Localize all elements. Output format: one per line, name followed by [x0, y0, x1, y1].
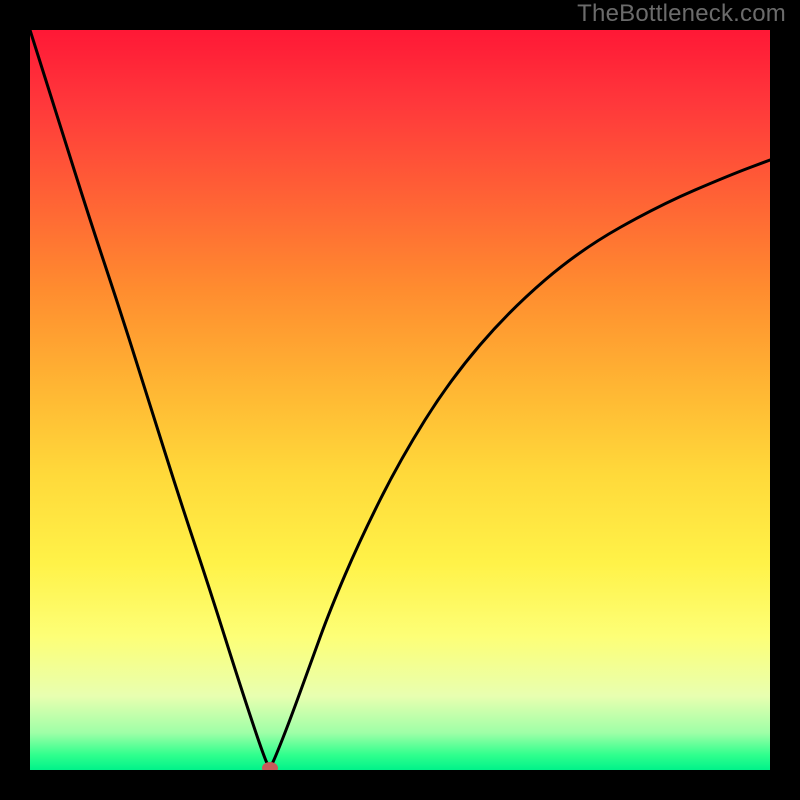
v-curve [30, 30, 770, 766]
attribution-label: TheBottleneck.com [577, 0, 786, 28]
plot-area [30, 30, 770, 770]
curve-svg [30, 30, 770, 770]
curve-vertex-dot [262, 762, 278, 770]
chart-frame: TheBottleneck.com [0, 0, 800, 800]
